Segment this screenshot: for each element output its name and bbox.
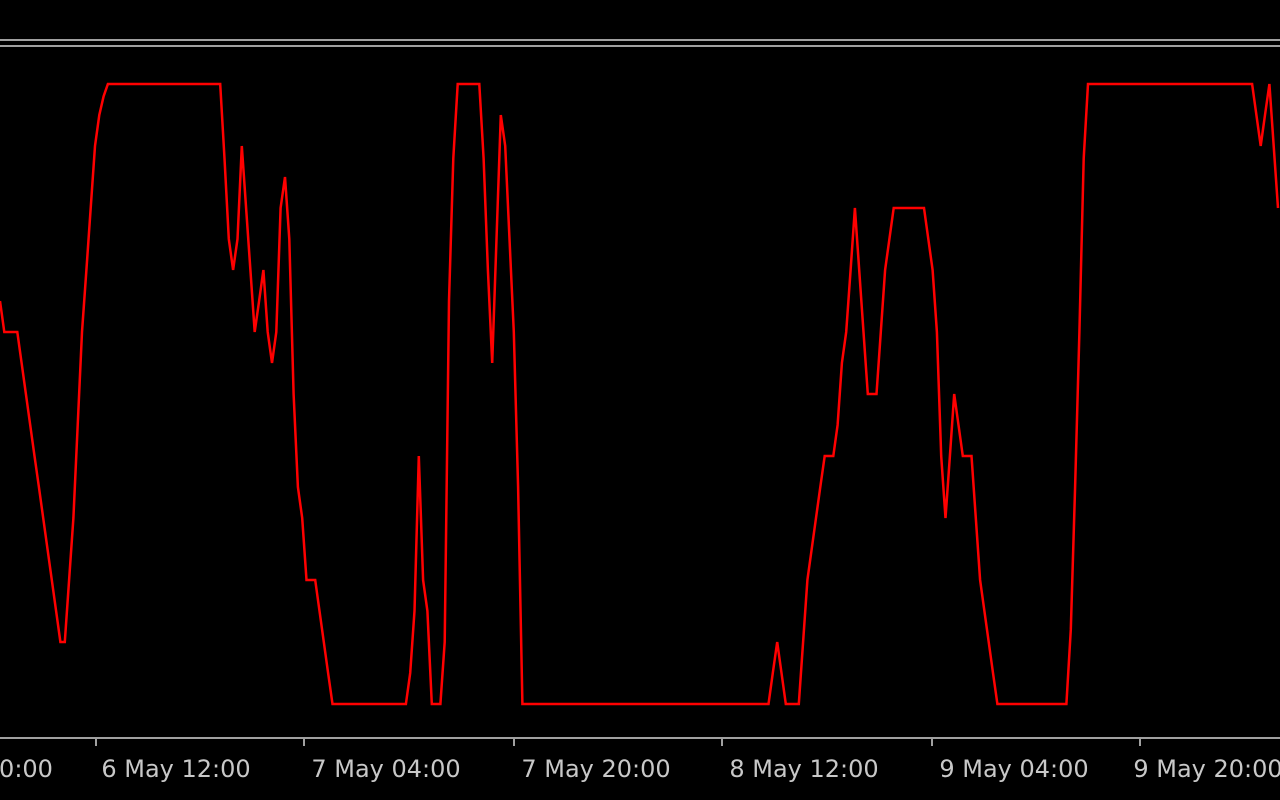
chart-background (0, 0, 1280, 800)
x-tick-label: 7 May 04:00 (311, 755, 460, 783)
x-tick-label: 0:00 (0, 755, 53, 783)
x-tick-label: 8 May 12:00 (729, 755, 878, 783)
x-tick-label: 6 May 12:00 (101, 755, 250, 783)
line-chart: 0:00 6 May 12:00 7 May 04:00 7 May 20:00 8 M… (0, 0, 1280, 800)
x-tick-label: 7 May 20:00 (521, 755, 670, 783)
x-tick-label: 9 May 20:00 (1133, 755, 1280, 783)
x-tick-label: 9 May 04:00 (939, 755, 1088, 783)
